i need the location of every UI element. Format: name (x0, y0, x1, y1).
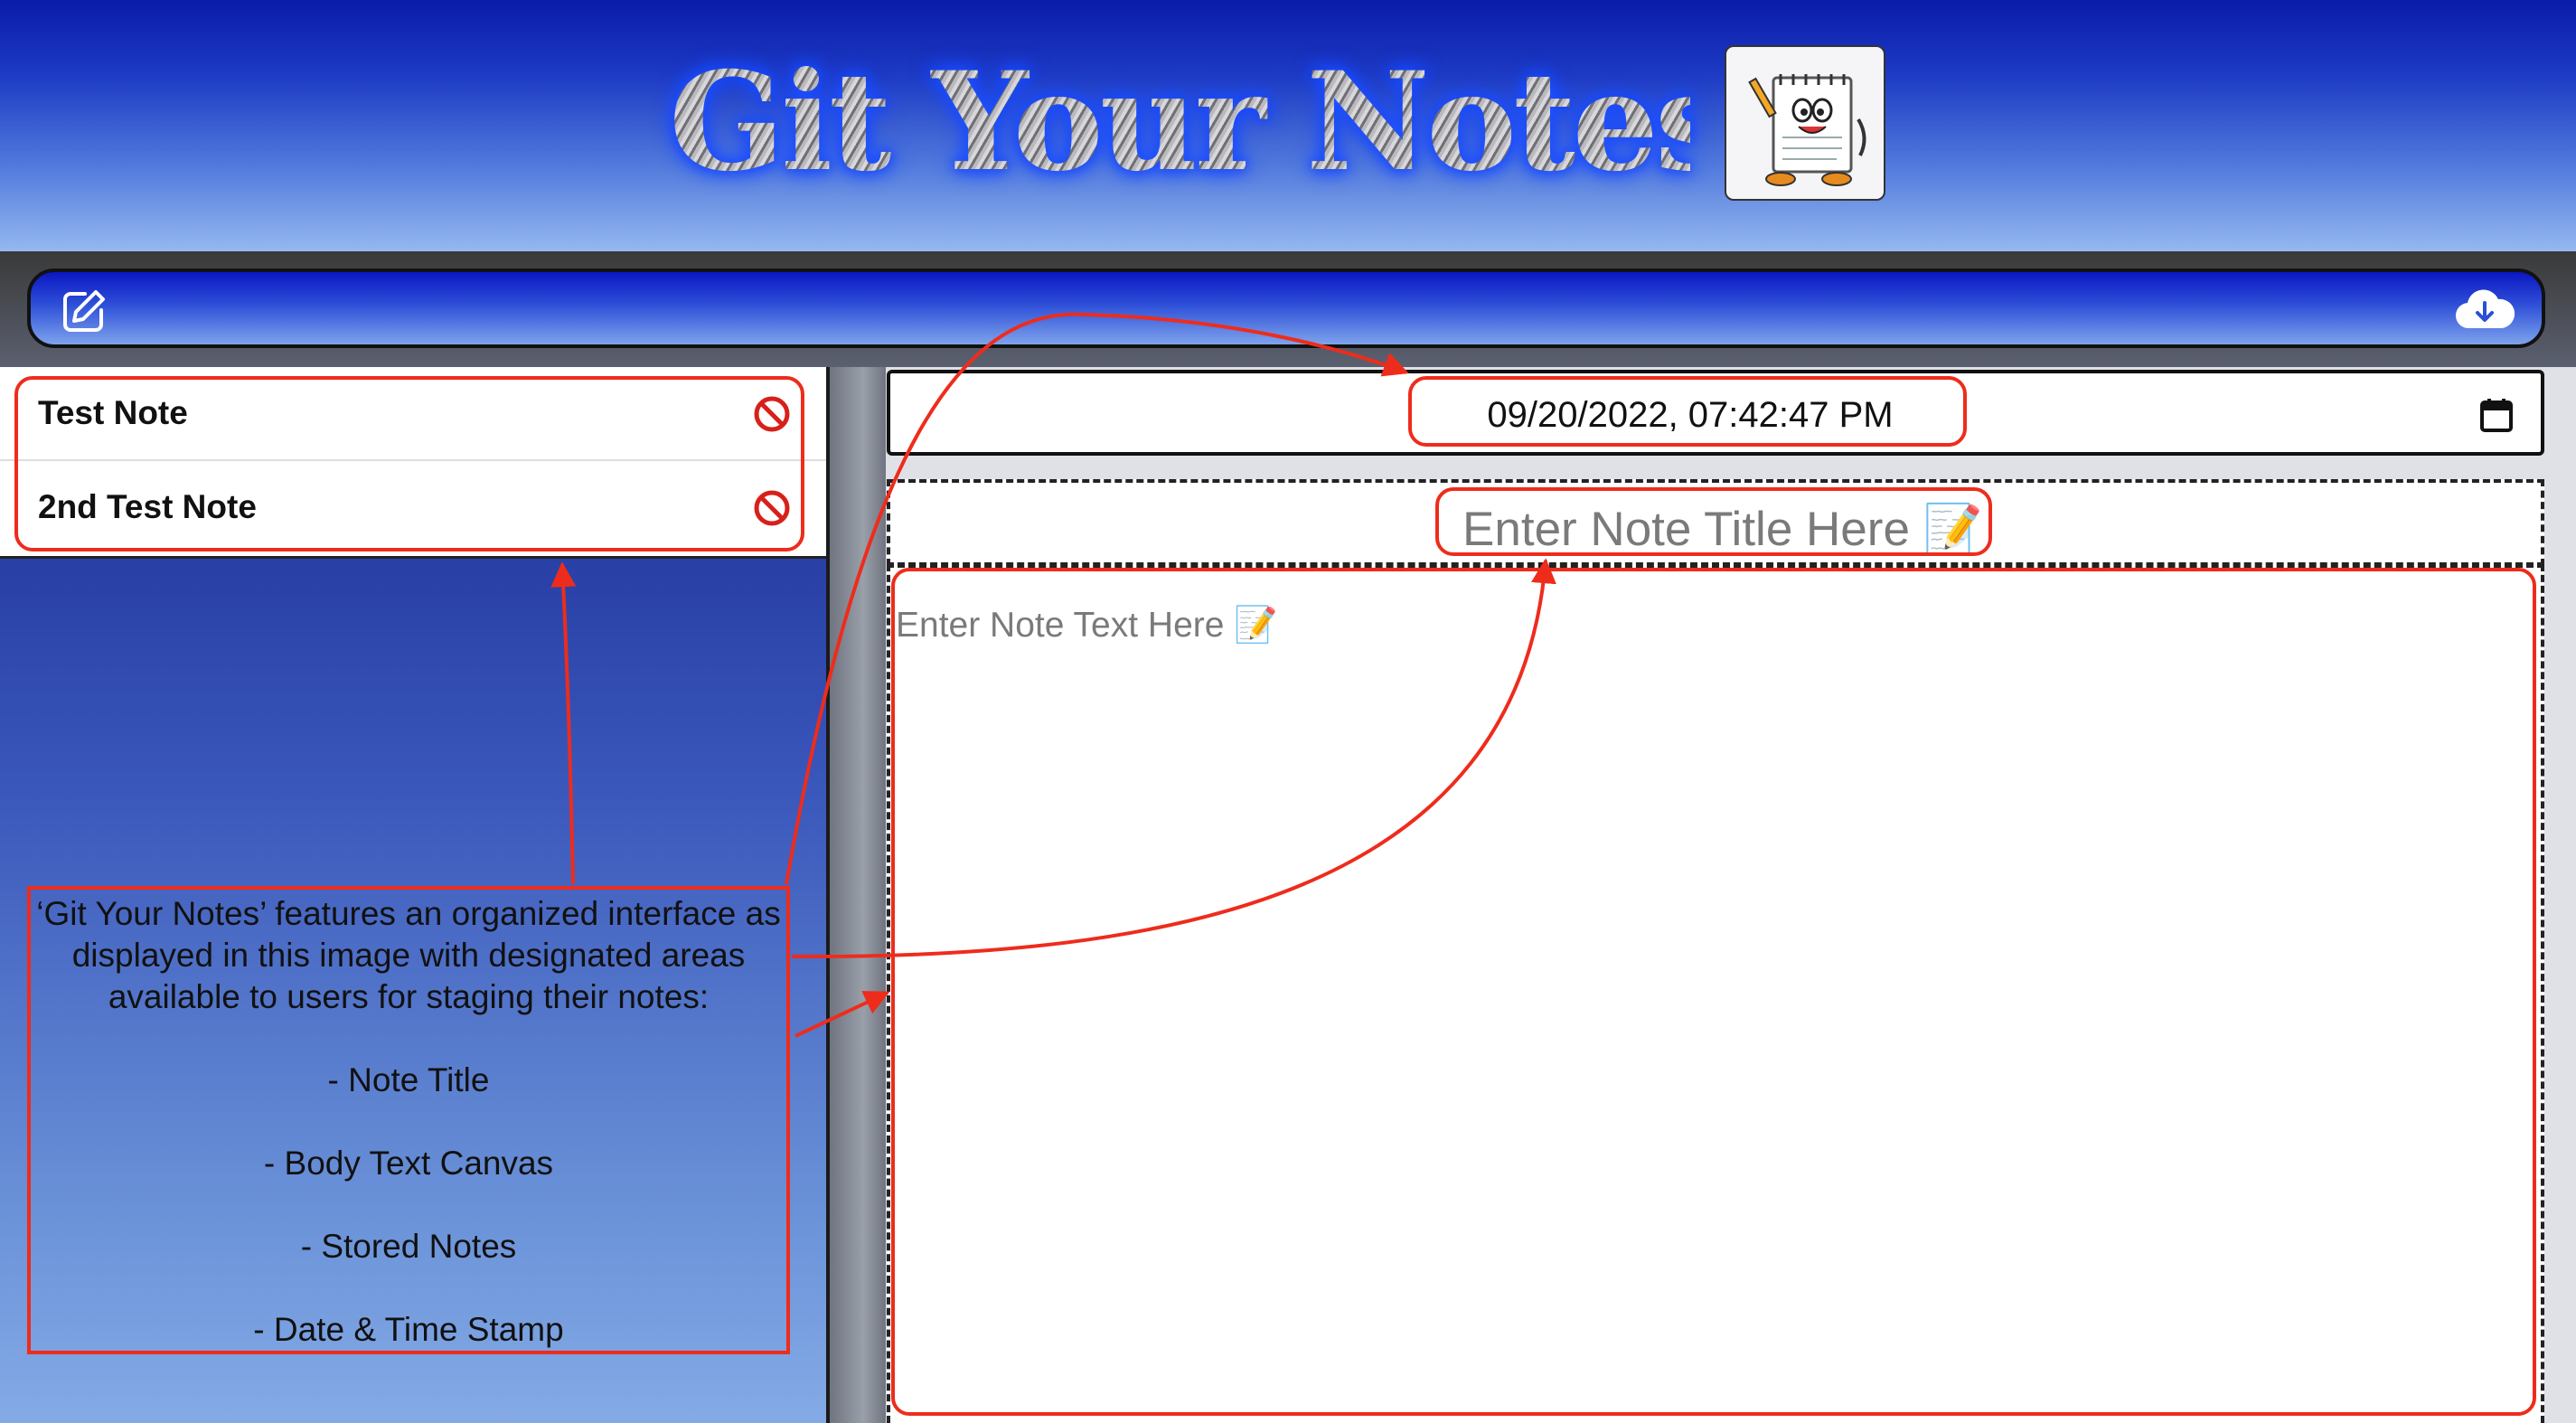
app-title: Git Your Notes (669, 42, 1731, 202)
edit-icon[interactable] (60, 287, 108, 335)
callout-item: - Stored Notes (300, 1228, 517, 1265)
notepad-mascot-icon (1725, 45, 1885, 201)
prohibited-icon[interactable] (752, 488, 792, 528)
note-list: Test Note 2nd Test Note (0, 367, 826, 559)
list-item[interactable]: Test Note (0, 367, 826, 461)
prohibited-icon[interactable] (752, 394, 792, 434)
callout-item: - Date & Time Stamp (253, 1311, 564, 1348)
date-time-value[interactable]: 09/20/2022, 07:42:47 PM (890, 395, 2490, 436)
annotation-callout: ‘Git Your Notes’ features an organized i… (27, 886, 790, 1354)
note-body-textarea[interactable]: Enter Note Text Here 📝 (887, 564, 2544, 1423)
note-body-placeholder[interactable]: Enter Note Text Here 📝 (896, 604, 1278, 646)
cloud-download-icon[interactable] (2455, 285, 2515, 335)
callout-item: - Body Text Canvas (263, 1145, 554, 1182)
calendar-icon[interactable] (2479, 397, 2514, 433)
memo-icon: 📝 (1234, 606, 1278, 645)
note-title-label[interactable]: Test Note (38, 394, 188, 432)
note-title-placeholder-text: Enter Note Title Here (1462, 503, 1910, 556)
date-time-field[interactable]: 09/20/2022, 07:42:47 PM (887, 370, 2544, 456)
memo-icon: 📝 (1923, 503, 1983, 556)
list-item[interactable]: 2nd Test Note (0, 461, 826, 555)
toolbar (27, 269, 2545, 348)
note-title-label[interactable]: 2nd Test Note (38, 488, 257, 526)
note-title-input[interactable]: Enter Note Title Here 📝 (887, 479, 2544, 566)
panel-divider (830, 367, 886, 1423)
note-title-placeholder[interactable]: Enter Note Title Here 📝 (890, 501, 2548, 557)
callout-item: - Note Title (327, 1061, 490, 1098)
callout-intro: ‘Git Your Notes’ features an organized i… (36, 895, 781, 1015)
note-body-placeholder-text: Enter Note Text Here (896, 606, 1225, 645)
app-header: Git Your Notes (0, 0, 2576, 251)
